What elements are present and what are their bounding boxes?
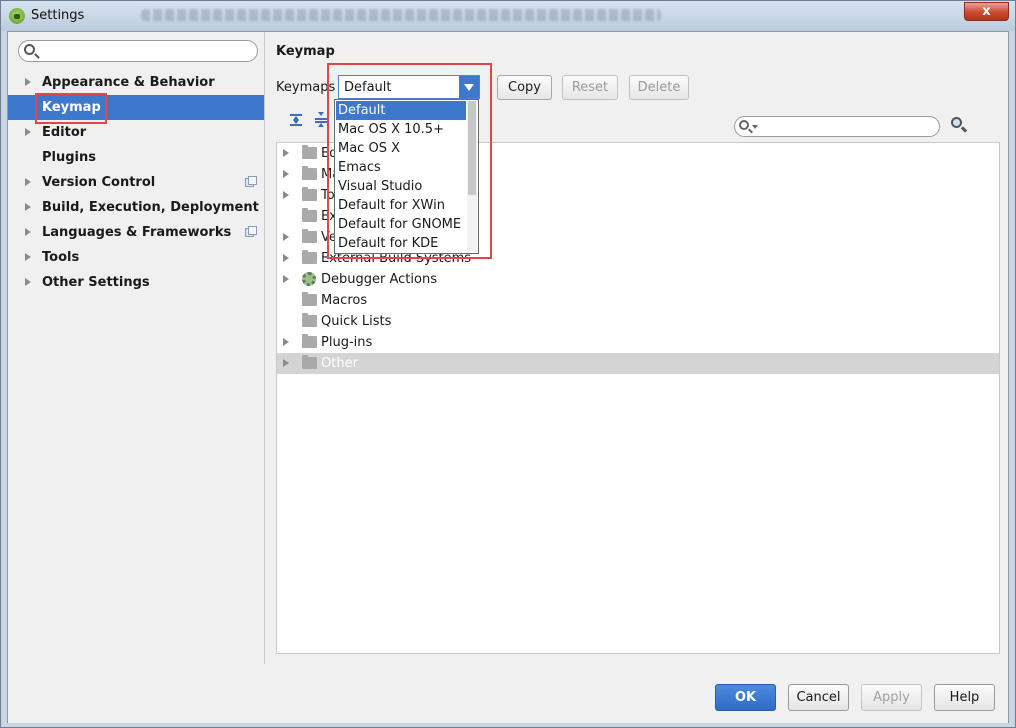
folder-icon: [302, 292, 317, 306]
tree-row-label: Quick Lists: [321, 314, 392, 329]
search-icon: [739, 120, 749, 130]
expand-arrow-icon[interactable]: [25, 253, 31, 261]
expand-arrow-icon[interactable]: [283, 170, 289, 178]
reset-button[interactable]: Reset: [562, 75, 618, 100]
tree-row-label: Other: [321, 356, 358, 371]
sidebar-item-label: Editor: [42, 125, 87, 140]
settings-window: Settings x Appearance & Behavior Keymap …: [0, 0, 1016, 728]
tree-row[interactable]: Debugger Actions: [277, 269, 999, 290]
cancel-button[interactable]: Cancel: [788, 684, 849, 711]
expand-arrow-icon[interactable]: [283, 191, 289, 199]
sidebar-item-label: Languages & Frameworks: [42, 225, 232, 240]
sidebar-item-appearance[interactable]: Appearance & Behavior: [8, 70, 264, 95]
expand-arrow-icon[interactable]: [283, 254, 289, 262]
android-studio-icon: [9, 8, 25, 24]
title-bar: Settings x: [1, 1, 1015, 31]
expand-arrow-icon[interactable]: [25, 78, 31, 86]
gear-icon: [302, 272, 316, 286]
folder-icon: [302, 229, 317, 243]
expand-arrow-icon[interactable]: [25, 228, 31, 236]
tree-row[interactable]: Other: [277, 353, 999, 374]
folder-icon: [302, 187, 317, 201]
folder-icon: [302, 145, 317, 159]
find-by-shortcut-icon[interactable]: [950, 116, 968, 134]
page-title: Keymap: [276, 44, 335, 59]
sidebar-item-plugins[interactable]: Plugins: [8, 145, 264, 170]
keymap-filter-input[interactable]: [734, 116, 940, 137]
folder-icon: [302, 250, 317, 264]
sidebar-item-label: Version Control: [42, 175, 156, 190]
ok-button[interactable]: OK: [715, 684, 776, 711]
tree-row-label: Debugger Actions: [321, 272, 437, 287]
sidebar-item-build[interactable]: Build, Execution, Deployment: [8, 195, 264, 220]
close-button[interactable]: x: [964, 2, 1009, 21]
delete-button[interactable]: Delete: [629, 75, 689, 100]
folder-icon: [302, 208, 317, 222]
expand-arrow-icon[interactable]: [283, 275, 289, 283]
expand-arrow-icon[interactable]: [283, 338, 289, 346]
search-icon: [24, 44, 35, 55]
expand-all-icon[interactable]: [288, 112, 304, 128]
folder-icon: [302, 355, 317, 369]
project-settings-icon: [245, 176, 257, 187]
expand-arrow-icon[interactable]: [283, 149, 289, 157]
sidebar-item-label: Plugins: [42, 150, 96, 165]
dialog-body: Appearance & Behavior Keymap Editor Plug…: [7, 31, 1009, 723]
sidebar-item-other-settings[interactable]: Other Settings: [8, 270, 264, 295]
tree-row[interactable]: Macros: [277, 290, 999, 311]
sidebar-item-version-control[interactable]: Version Control: [8, 170, 264, 195]
tree-row-label: Plug-ins: [321, 335, 373, 350]
sidebar-item-label: Other Settings: [42, 275, 150, 290]
sidebar-item-label: Appearance & Behavior: [42, 75, 215, 90]
expand-arrow-icon[interactable]: [25, 203, 31, 211]
folder-icon: [302, 166, 317, 180]
blurred-path: [141, 9, 661, 21]
apply-button[interactable]: Apply: [861, 684, 922, 711]
expand-arrow-icon[interactable]: [25, 278, 31, 286]
folder-icon: [302, 313, 317, 327]
sidebar-item-label: Tools: [42, 250, 80, 265]
tree-row[interactable]: Plug-ins: [277, 332, 999, 353]
tree-row[interactable]: Quick Lists: [277, 311, 999, 332]
highlight-box-dropdown: [327, 63, 492, 259]
folder-icon: [302, 334, 317, 348]
sidebar-item-languages[interactable]: Languages & Frameworks: [8, 220, 264, 245]
copy-button[interactable]: Copy: [497, 75, 552, 100]
help-button[interactable]: Help: [934, 684, 995, 711]
expand-arrow-icon[interactable]: [283, 359, 289, 367]
tree-row-label: Macros: [321, 293, 368, 308]
sidebar-item-tools[interactable]: Tools: [8, 245, 264, 270]
expand-arrow-icon[interactable]: [283, 233, 289, 241]
window-title: Settings: [31, 8, 85, 23]
project-settings-icon: [245, 226, 257, 237]
dialog-footer: OK Cancel Apply Help: [8, 665, 1008, 723]
sidebar: Appearance & Behavior Keymap Editor Plug…: [8, 32, 265, 664]
sidebar-item-label: Build, Execution, Deployment: [42, 200, 259, 215]
sidebar-search-input[interactable]: [18, 40, 258, 62]
expand-arrow-icon[interactable]: [25, 178, 31, 186]
search-history-icon[interactable]: [752, 125, 758, 129]
expand-arrow-icon[interactable]: [25, 128, 31, 136]
highlight-box-keymap: [35, 93, 107, 124]
